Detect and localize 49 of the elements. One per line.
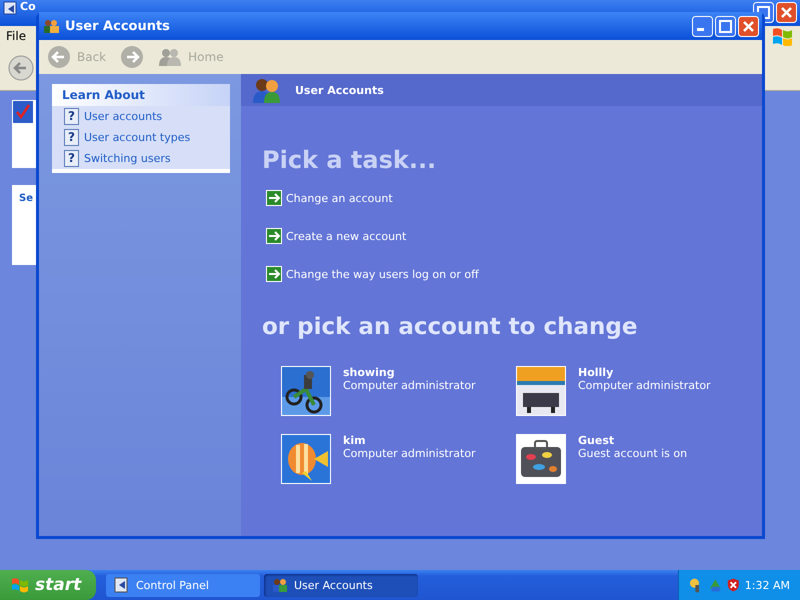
account-name: kim bbox=[343, 434, 367, 447]
panel-title: Learn About bbox=[52, 84, 230, 106]
task-link[interactable]: Change an account bbox=[266, 190, 762, 206]
users-icon bbox=[158, 47, 182, 67]
task-link[interactable]: Create a new account bbox=[266, 228, 762, 244]
users-icon bbox=[272, 577, 288, 593]
windows-logo-icon bbox=[10, 576, 30, 594]
account-name: Guest bbox=[578, 434, 616, 447]
help-link[interactable]: User account types bbox=[84, 131, 190, 144]
account-type: Computer administrator bbox=[343, 379, 476, 392]
window-title: Co bbox=[20, 1, 36, 13]
clock: 1:32 AM bbox=[744, 578, 790, 592]
shield-icon bbox=[726, 577, 741, 593]
section-heading: Pick a task... bbox=[262, 146, 438, 174]
header-title: User Accounts bbox=[295, 84, 384, 96]
account-type: Computer administrator bbox=[578, 379, 711, 392]
taskbar-button[interactable]: User Accounts bbox=[264, 574, 418, 596]
close-button[interactable] bbox=[776, 2, 797, 23]
section-heading: or pick an account to change bbox=[262, 314, 638, 340]
close-button[interactable] bbox=[738, 16, 759, 36]
arrow-icon bbox=[266, 266, 282, 282]
account-tile[interactable]: showing Computer administrator bbox=[281, 366, 516, 416]
back-button[interactable] bbox=[8, 55, 34, 81]
start-button[interactable]: start bbox=[0, 570, 96, 600]
help-icon: ? bbox=[64, 129, 79, 146]
account-type: Guest account is on bbox=[578, 447, 688, 460]
menu-item[interactable]: File bbox=[6, 29, 26, 43]
account-tile[interactable]: Guest Guest account is on bbox=[516, 434, 751, 484]
help-icon: ? bbox=[64, 150, 79, 167]
task-link[interactable]: Change the way users log on or off bbox=[266, 266, 762, 282]
arrow-icon bbox=[266, 228, 282, 244]
panel-title: Se bbox=[18, 192, 34, 204]
maximize-button[interactable] bbox=[715, 16, 736, 36]
account-tile[interactable]: kim Computer administrator bbox=[281, 434, 516, 484]
account-tile[interactable]: Hollly Computer administrator bbox=[516, 366, 751, 416]
users-icon bbox=[42, 18, 60, 34]
checklist-icon bbox=[12, 100, 34, 124]
users-icon bbox=[251, 76, 283, 104]
taskbar-button[interactable]: Control Panel bbox=[106, 574, 260, 596]
account-name: showing bbox=[343, 366, 396, 379]
help-link[interactable]: User accounts bbox=[84, 110, 162, 123]
help-link[interactable]: Switching users bbox=[84, 152, 171, 165]
account-name: Hollly bbox=[578, 366, 614, 379]
help-icon: ? bbox=[64, 108, 79, 125]
windows-logo-icon bbox=[770, 26, 794, 46]
account-type: Computer administrator bbox=[343, 447, 476, 460]
arrow-icon bbox=[266, 190, 282, 206]
minimize-button[interactable] bbox=[692, 16, 713, 36]
window-title: User Accounts bbox=[65, 18, 170, 34]
